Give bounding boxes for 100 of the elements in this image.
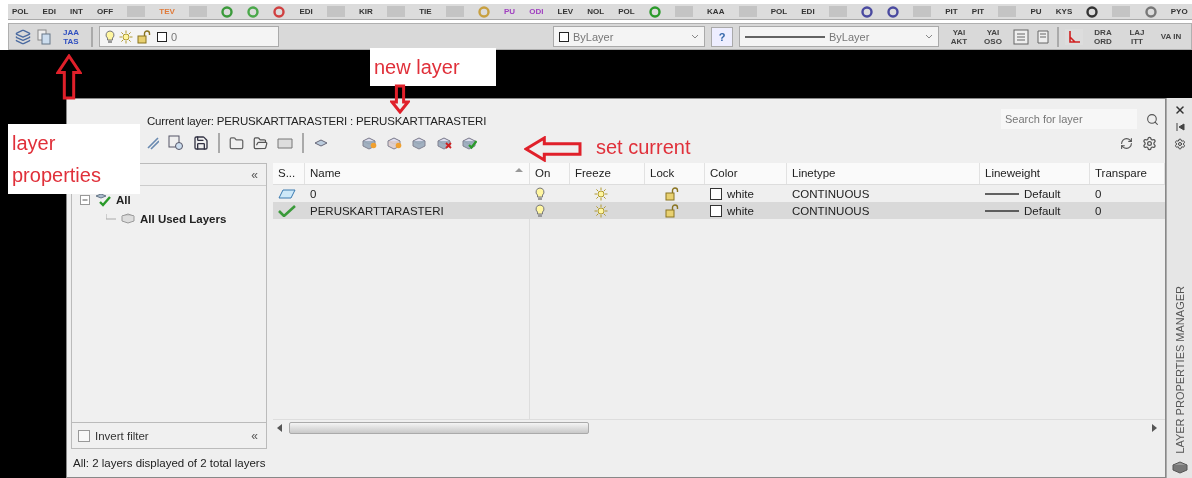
toolbar-button[interactable]: YAI OSO bbox=[979, 27, 1007, 46]
color-swatch-icon bbox=[710, 204, 722, 217]
new-viewport-layer-icon[interactable] bbox=[386, 135, 402, 151]
caret-icon bbox=[925, 33, 933, 40]
toolbar-button[interactable]: DRA ORD bbox=[1089, 27, 1117, 46]
scroll-thumb[interactable] bbox=[289, 421, 589, 434]
toolbar-button[interactable]: KIR bbox=[359, 6, 373, 17]
toolbar-button[interactable]: POL bbox=[770, 6, 788, 17]
table-cell-text: PERUSKARTTARASTERI bbox=[309, 204, 445, 217]
toolbar-button[interactable]: LAJ ITT bbox=[1123, 27, 1151, 46]
sort-icon bbox=[515, 167, 523, 172]
toolbar-button[interactable]: PIT bbox=[945, 6, 958, 17]
toolbar-button[interactable]: POL bbox=[618, 6, 635, 17]
column-header[interactable]: Name bbox=[305, 163, 530, 184]
column-header[interactable]: On bbox=[530, 163, 570, 184]
arrow-icon bbox=[524, 136, 582, 162]
ring-icon[interactable] bbox=[887, 5, 899, 18]
settings-icon[interactable] bbox=[1173, 138, 1186, 150]
toolbar-button[interactable]: PU bbox=[503, 6, 516, 17]
new-layer-icon[interactable] bbox=[361, 135, 377, 151]
arrow-icon bbox=[56, 54, 82, 100]
toolbar-button[interactable]: KYS bbox=[1055, 6, 1073, 17]
invert-filter-checkbox[interactable] bbox=[78, 429, 90, 442]
toolbar-button[interactable]: LEV bbox=[557, 6, 574, 17]
toolbar-button[interactable]: PU bbox=[1030, 6, 1042, 17]
linetype-name: ByLayer bbox=[829, 30, 870, 43]
line-sample-icon bbox=[985, 208, 1019, 213]
current-layer-title: Current layer: PERUSKARTTARASTERI : PERUSKARTTARASTERI bbox=[147, 115, 487, 127]
ring-icon[interactable] bbox=[860, 5, 873, 18]
table-cell-text: 0 bbox=[309, 187, 318, 200]
tree-item[interactable]: All bbox=[116, 194, 131, 206]
states-icon[interactable] bbox=[168, 135, 184, 151]
table-cell-text: Default bbox=[1023, 187, 1061, 200]
toolbar-button[interactable]: VA IN bbox=[1157, 32, 1185, 41]
filter-check-icon bbox=[94, 192, 112, 208]
close-icon[interactable] bbox=[1173, 104, 1186, 116]
column-header[interactable]: Freeze bbox=[570, 163, 645, 184]
annotation-text: set current bbox=[596, 135, 692, 160]
ring-icon[interactable] bbox=[1086, 5, 1099, 18]
arrow-icon bbox=[390, 84, 410, 114]
toolbar-button[interactable]: PIT bbox=[971, 6, 985, 17]
collapse-button[interactable]: « bbox=[251, 167, 258, 182]
toolbar-button[interactable]: OFF bbox=[97, 6, 114, 17]
column-header[interactable]: Linetype bbox=[787, 163, 980, 184]
panel-title: LAYER PROPERTIES MANAGER bbox=[1173, 286, 1186, 454]
color-swatch-icon bbox=[157, 31, 167, 42]
toolbar-button[interactable]: INT bbox=[70, 6, 83, 17]
toolbar-button[interactable]: ODI bbox=[529, 6, 544, 17]
save-icon[interactable] bbox=[193, 135, 209, 151]
layer-states-icon[interactable] bbox=[37, 28, 51, 45]
folder-icon[interactable] bbox=[253, 135, 268, 151]
open-lock-icon bbox=[137, 29, 153, 44]
refresh-icon[interactable] bbox=[1120, 136, 1133, 150]
column-header[interactable]: Color bbox=[705, 163, 787, 184]
toolbar-button[interactable]: EDI bbox=[801, 6, 815, 17]
color-dropdown[interactable]: ByLayer bbox=[553, 26, 705, 47]
table-cell-text: 0 bbox=[1094, 187, 1103, 200]
search-icon bbox=[1146, 112, 1159, 126]
color-name: ByLayer bbox=[573, 30, 614, 43]
toolbar-button[interactable]: JAA TAS bbox=[57, 27, 85, 46]
expand-toggle[interactable] bbox=[80, 195, 90, 205]
checkbox-label: Invert filter bbox=[95, 429, 150, 442]
table-cell-text: white bbox=[726, 204, 754, 217]
layer-row[interactable]: PERUSKARTTARASTERI white CONTINUOUS Default 0 bbox=[273, 202, 1165, 219]
color-swatch-icon bbox=[559, 31, 569, 42]
linetype-dropdown[interactable]: ByLayer bbox=[739, 26, 939, 47]
caret-icon bbox=[691, 33, 699, 40]
table-cell-text: 0 bbox=[1094, 204, 1103, 217]
set-current-icon[interactable] bbox=[461, 135, 477, 151]
scroll-icon[interactable] bbox=[1035, 28, 1051, 45]
tree-item[interactable]: All Used Layers bbox=[140, 213, 227, 225]
scroll-left-arrow[interactable] bbox=[277, 423, 283, 432]
column-header[interactable]: S... bbox=[273, 163, 305, 184]
help-button[interactable]: ? bbox=[711, 26, 733, 47]
toolbar-button[interactable]: EDI bbox=[299, 6, 313, 17]
pin-icon[interactable] bbox=[1174, 122, 1185, 132]
toolbar-button[interactable]: POL bbox=[12, 6, 29, 17]
layer-row[interactable]: 0 white CONTINUOUS Default 0 bbox=[273, 185, 1165, 202]
table-cell-text: white bbox=[726, 187, 754, 200]
folder-icon[interactable] bbox=[229, 135, 244, 151]
column-header[interactable]: Lineweight bbox=[980, 163, 1090, 184]
line-sample-icon bbox=[985, 191, 1019, 196]
column-header[interactable]: Lock bbox=[645, 163, 705, 184]
annotation-text: layer properties bbox=[12, 131, 102, 188]
toolbar-button[interactable]: EDI bbox=[42, 6, 56, 17]
delete-layer-icon[interactable] bbox=[436, 135, 452, 151]
collapse-button[interactable]: « bbox=[251, 428, 258, 443]
table-cell-text: Default bbox=[1023, 204, 1061, 217]
settings-icon[interactable] bbox=[1142, 135, 1157, 151]
toolbar-button[interactable]: YAI AKT bbox=[945, 27, 973, 46]
toolbar-button[interactable]: KAA bbox=[707, 6, 725, 17]
table-icon[interactable] bbox=[1013, 28, 1029, 45]
toolbar-button[interactable]: NOL bbox=[587, 6, 605, 17]
scroll-right-arrow[interactable] bbox=[1151, 423, 1157, 432]
column-header[interactable]: Transpare bbox=[1090, 163, 1165, 184]
layers-icon[interactable] bbox=[15, 28, 31, 45]
search-field[interactable]: Search for layer bbox=[1001, 109, 1137, 129]
toolbar-button[interactable]: PYO bbox=[1170, 6, 1188, 17]
toolbar-button[interactable]: TIE bbox=[419, 6, 432, 17]
layer-dropdown[interactable]: 0 bbox=[99, 26, 279, 47]
